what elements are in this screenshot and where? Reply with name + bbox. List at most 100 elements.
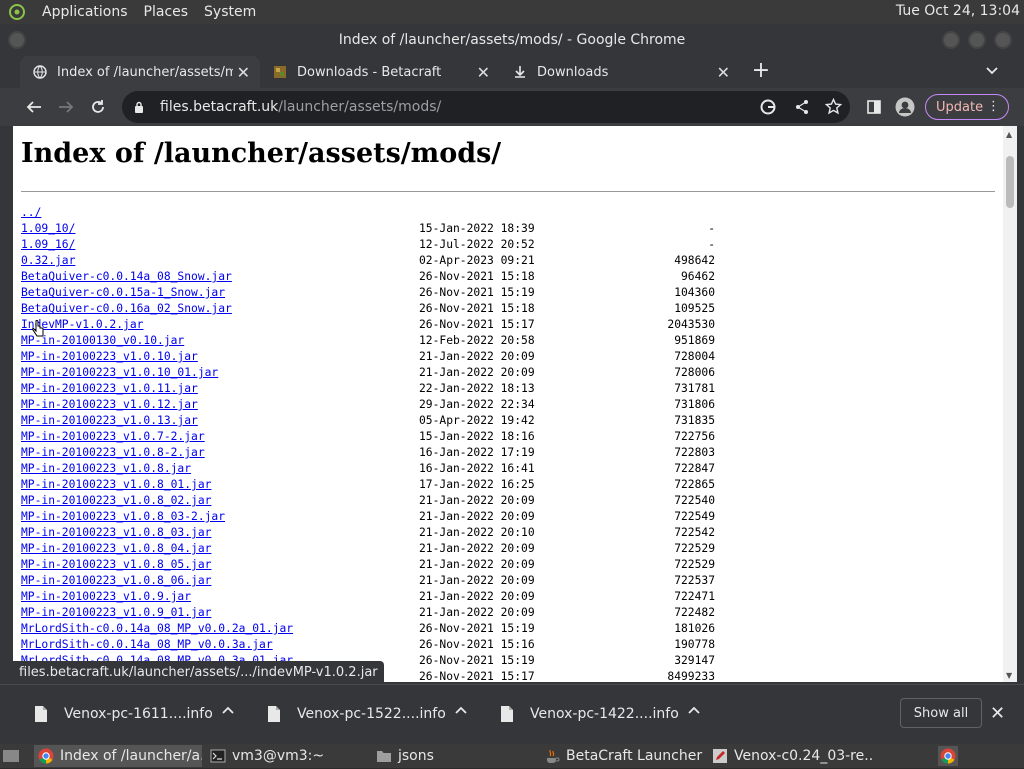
forward-arrow-icon[interactable] bbox=[56, 97, 76, 117]
file-link[interactable]: MP-in-20100223_v1.0.8_05.jar bbox=[21, 557, 211, 573]
clock[interactable]: Tue Oct 24, 13:04 bbox=[896, 3, 1020, 19]
share-icon[interactable] bbox=[794, 99, 810, 119]
file-link[interactable]: MP-in-20100223_v1.0.8_06.jar bbox=[21, 573, 211, 589]
maximize-icon[interactable] bbox=[968, 31, 986, 49]
taskbar-item-launcher[interactable]: BetaCraft Launcher ... bbox=[540, 745, 704, 767]
file-date: 02-Apr-2023 09:21 bbox=[419, 254, 535, 267]
file-link[interactable]: MP-in-20100223_v1.0.9_01.jar bbox=[21, 605, 211, 621]
download-item[interactable]: Venox-pc-1422....info bbox=[500, 699, 700, 729]
list-item: MP-in-20100223_v1.0.8_02.jar 21-Jan-2022 … bbox=[21, 493, 1003, 509]
lock-icon[interactable] bbox=[134, 101, 148, 114]
file-icon bbox=[268, 706, 280, 722]
terminal-icon bbox=[210, 748, 226, 764]
file-date: 21-Jan-2022 20:09 bbox=[419, 590, 535, 603]
download-shelf: Venox-pc-1611....info Venox-pc-1522....i… bbox=[0, 684, 1024, 742]
list-item: MP-in-20100223_v1.0.8_05.jar 21-Jan-2022 … bbox=[21, 557, 1003, 573]
close-tab-icon[interactable]: ✕ bbox=[477, 63, 490, 82]
file-link[interactable]: MP-in-20100223_v1.0.8-2.jar bbox=[21, 445, 205, 461]
tab-downloads[interactable]: Downloads ✕ bbox=[500, 56, 740, 88]
file-date: 21-Jan-2022 20:09 bbox=[419, 510, 535, 523]
list-item: MP-in-20100223_v1.0.8-2.jar 16-Jan-2022 1… bbox=[21, 445, 1003, 461]
show-all-downloads-button[interactable]: Show all bbox=[900, 698, 982, 728]
chevron-up-icon[interactable] bbox=[688, 705, 700, 721]
tab-downloads-betacraft[interactable]: Downloads - Betacraft ✕ bbox=[260, 56, 500, 88]
download-item[interactable]: Venox-pc-1611....info bbox=[34, 699, 234, 729]
download-filename: Venox-pc-1522....info bbox=[297, 706, 446, 722]
file-link[interactable]: MP-in-20100223_v1.0.13.jar bbox=[21, 413, 198, 429]
close-tab-icon[interactable]: ✕ bbox=[717, 63, 730, 82]
file-link[interactable]: MP-in-20100223_v1.0.12.jar bbox=[21, 397, 198, 413]
file-link[interactable]: MP-in-20100223_v1.0.8_03.jar bbox=[21, 525, 211, 541]
file-date: 16-Jan-2022 16:41 bbox=[419, 462, 535, 475]
file-link[interactable]: MP-in-20100223_v1.0.8_01.jar bbox=[21, 477, 211, 493]
menu-places[interactable]: Places bbox=[136, 4, 197, 20]
download-filename: Venox-pc-1422....info bbox=[530, 706, 679, 722]
file-link[interactable]: MP-in-20100223_v1.0.10_01.jar bbox=[21, 365, 218, 381]
distro-logo-icon[interactable] bbox=[6, 1, 28, 23]
taskbar-item-chrome[interactable]: Index of /launcher/a... bbox=[34, 745, 202, 767]
file-date: 26-Nov-2021 15:19 bbox=[419, 654, 535, 667]
close-shelf-icon[interactable]: ✕ bbox=[990, 703, 1005, 724]
file-link[interactable]: BetaQuiver-c0.0.16a_02_Snow.jar bbox=[21, 301, 232, 317]
tab-index-mods[interactable]: Index of /launcher/assets/mod ✕ bbox=[20, 56, 260, 88]
file-size: 722540 bbox=[674, 494, 715, 507]
file-link[interactable]: 1.09_16/ bbox=[21, 237, 75, 253]
window-titlebar[interactable]: Index of /launcher/assets/mods/ - Google… bbox=[0, 24, 1024, 56]
download-item[interactable]: Venox-pc-1522....info bbox=[267, 699, 467, 729]
chevron-up-icon[interactable] bbox=[222, 705, 234, 721]
scroll-up-icon[interactable]: ▲ bbox=[1006, 130, 1012, 139]
google-icon[interactable] bbox=[760, 99, 776, 119]
close-window-icon[interactable] bbox=[994, 31, 1012, 49]
bookmark-star-icon[interactable] bbox=[824, 97, 843, 119]
link-status-bubble: files.betacraft.uk/launcher/assets/.../i… bbox=[13, 661, 384, 683]
close-tab-icon[interactable]: ✕ bbox=[237, 63, 250, 82]
back-arrow-icon[interactable] bbox=[24, 97, 44, 117]
file-size: 722542 bbox=[674, 526, 715, 539]
file-link[interactable]: BetaQuiver-c0.0.15a-1_Snow.jar bbox=[21, 285, 225, 301]
file-link[interactable]: MP-in-20100223_v1.0.7-2.jar bbox=[21, 429, 205, 445]
file-link[interactable]: MrLordSith-c0.0.14a_08_MP_v0.0.3a.jar bbox=[21, 637, 273, 653]
file-size: 722529 bbox=[674, 542, 715, 555]
file-size: 2043530 bbox=[667, 318, 715, 331]
file-link[interactable]: 1.09_10/ bbox=[21, 221, 75, 237]
tray-chrome-icon[interactable] bbox=[938, 746, 958, 766]
file-link[interactable]: MP-in-20100223_v1.0.8_04.jar bbox=[21, 541, 211, 557]
file-link[interactable]: MP-in-20100223_v1.0.8.jar bbox=[21, 461, 191, 477]
menu-system[interactable]: System bbox=[196, 4, 264, 20]
window-menu-icon[interactable] bbox=[8, 31, 26, 49]
file-link[interactable]: MrLordSith-c0.0.14a_08_MP_v0.0.2a_01.jar bbox=[21, 621, 293, 637]
file-size: 722471 bbox=[674, 590, 715, 603]
file-link[interactable]: MP-in-20100223_v1.0.8_03-2.jar bbox=[21, 509, 225, 525]
show-desktop-icon[interactable] bbox=[2, 747, 20, 769]
update-button[interactable]: Update ⋮ bbox=[925, 94, 1009, 120]
parent-directory-link[interactable]: ../ bbox=[21, 205, 41, 221]
reload-icon[interactable] bbox=[88, 97, 108, 117]
minimize-icon[interactable] bbox=[942, 31, 960, 49]
new-tab-icon[interactable]: + bbox=[750, 60, 772, 82]
file-link[interactable]: MP-in-20100223_v1.0.8_02.jar bbox=[21, 493, 211, 509]
profile-avatar-icon[interactable] bbox=[895, 97, 915, 117]
scrollbar-thumb[interactable] bbox=[1006, 156, 1014, 208]
file-link[interactable]: MP-in-20100223_v1.0.9.jar bbox=[21, 589, 191, 605]
side-panel-icon[interactable] bbox=[864, 97, 884, 117]
chevron-down-icon[interactable] bbox=[985, 62, 999, 81]
file-size: 722865 bbox=[674, 478, 715, 491]
file-link[interactable]: MP-in-20100223_v1.0.10.jar bbox=[21, 349, 198, 365]
file-link[interactable]: MP-in-20100130_v0.10.jar bbox=[21, 333, 184, 349]
list-item: MP-in-20100223_v1.0.8_03.jar 21-Jan-2022 … bbox=[21, 525, 1003, 541]
taskbar-item-editor[interactable]: Venox-c0.24_03-re... bbox=[708, 745, 872, 767]
file-link[interactable]: BetaQuiver-c0.0.14a_08_Snow.jar bbox=[21, 269, 232, 285]
page-scrollbar[interactable]: ▲ ▼ bbox=[1003, 126, 1017, 682]
menu-applications[interactable]: Applications bbox=[34, 4, 136, 20]
file-link[interactable]: 0.32.jar bbox=[21, 253, 75, 269]
file-size: 731835 bbox=[674, 414, 715, 427]
chevron-up-icon[interactable] bbox=[455, 705, 467, 721]
taskbar-item-terminal[interactable]: vm3@vm3:~ bbox=[206, 745, 368, 767]
address-bar[interactable]: files.betacraft.uk/launcher/assets/mods/ bbox=[122, 91, 850, 123]
taskbar-item-folder[interactable]: jsons bbox=[372, 745, 536, 767]
page-heading: Index of /launcher/assets/mods/ bbox=[21, 138, 502, 169]
file-size: 722482 bbox=[674, 606, 715, 619]
more-menu-icon[interactable]: ⋮ bbox=[987, 99, 1000, 114]
scroll-down-icon[interactable]: ▼ bbox=[1006, 671, 1012, 680]
file-link[interactable]: MP-in-20100223_v1.0.11.jar bbox=[21, 381, 198, 397]
